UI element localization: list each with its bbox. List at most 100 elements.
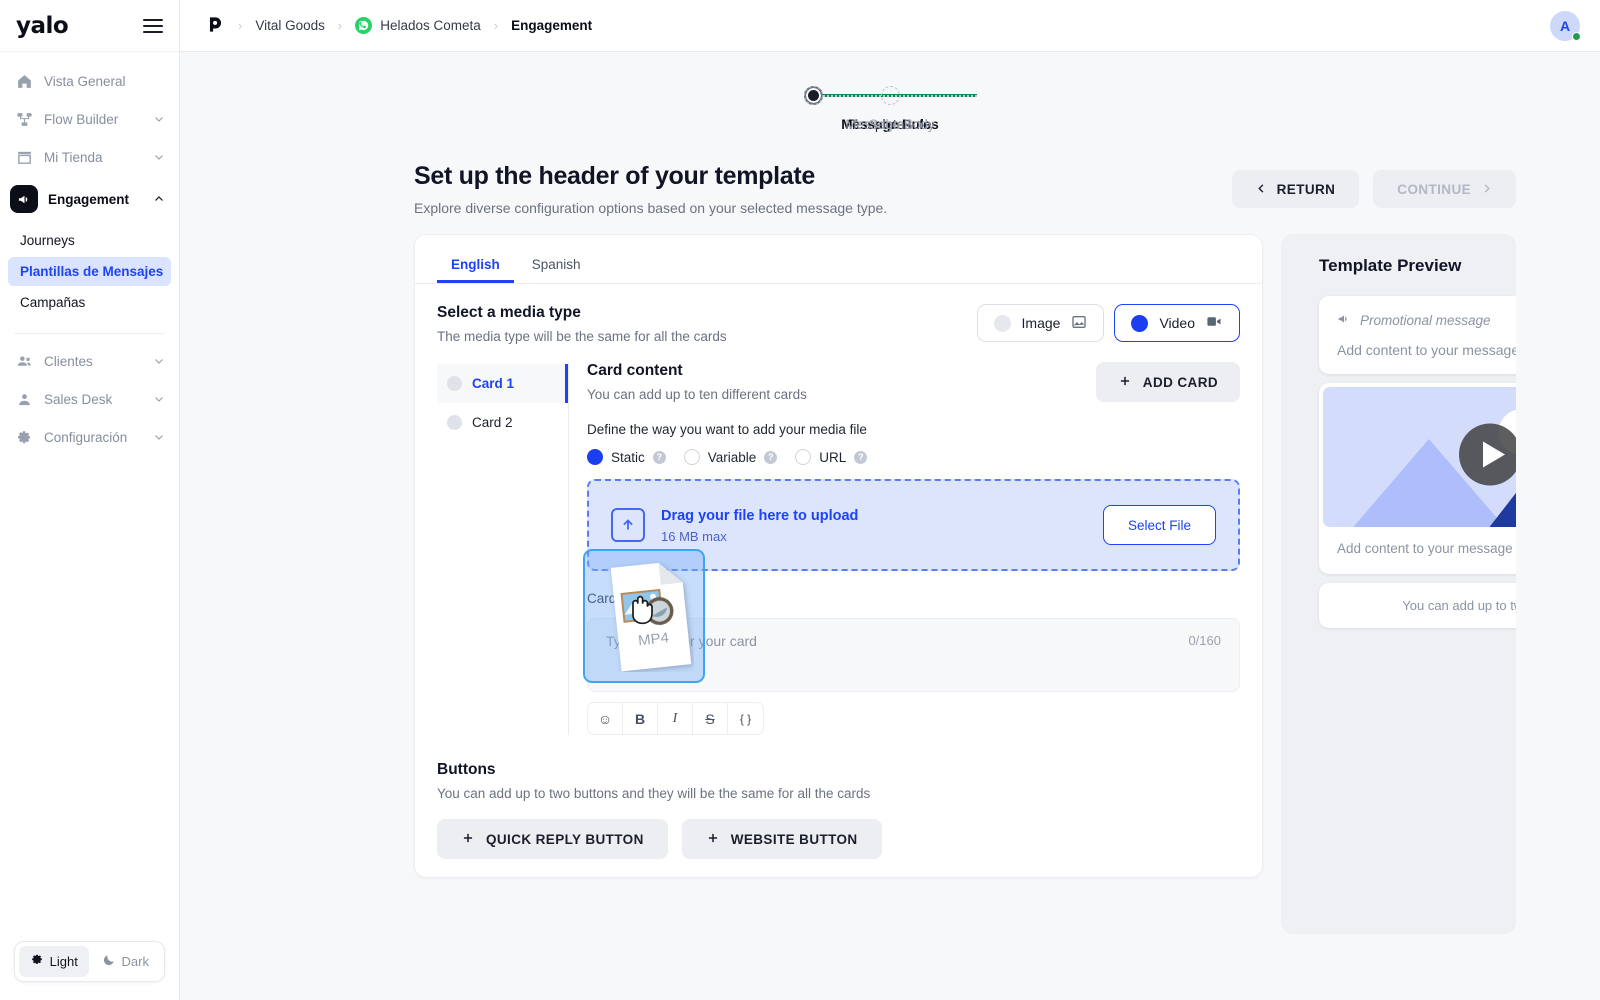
- media-source-label: Define the way you want to add your medi…: [587, 422, 867, 437]
- radio-unselected: [993, 314, 1011, 332]
- sidebar: yalo Vista General Flow Builder Mi Tiend…: [0, 0, 180, 1000]
- help-icon[interactable]: ?: [652, 450, 666, 464]
- play-button-icon[interactable]: [1458, 423, 1516, 492]
- chevron-right-icon: [1481, 182, 1492, 197]
- return-button[interactable]: RETURN: [1231, 170, 1360, 208]
- chevron-down-icon: [153, 393, 165, 405]
- sidebar-item-journeys[interactable]: Journeys: [8, 226, 171, 255]
- theme-dark-button[interactable]: Dark: [91, 946, 161, 977]
- image-icon: [1071, 314, 1087, 333]
- help-icon[interactable]: ?: [854, 450, 868, 464]
- tab-english[interactable]: English: [437, 249, 514, 283]
- template-preview-panel: Template Preview Promotional message Add…: [1281, 234, 1516, 934]
- breadcrumb-workspace[interactable]: [206, 15, 225, 37]
- card-label: Card 2: [472, 415, 513, 430]
- sidebar-item-label: Mi Tienda: [44, 149, 103, 165]
- strikethrough-icon[interactable]: S: [693, 703, 728, 734]
- sidebar-divider: [14, 333, 165, 334]
- quick-reply-button[interactable]: QUICK REPLY BUTTON: [437, 819, 668, 859]
- card-content-subtitle: You can add up to ten different cards: [587, 387, 807, 402]
- home-icon: [14, 71, 34, 91]
- preview-media-card: Add content to your message template: [1319, 383, 1516, 574]
- emoji-icon[interactable]: ☺: [588, 703, 623, 734]
- sidebar-item-engagement[interactable]: Engagement: [0, 176, 179, 222]
- radio-unselected: [683, 449, 700, 465]
- chevron-down-icon: [153, 431, 165, 443]
- help-icon[interactable]: ?: [764, 450, 778, 464]
- sidebar-item-sales-desk[interactable]: Sales Desk: [0, 380, 179, 418]
- file-dropzone[interactable]: Drag your file here to upload 16 MB max …: [587, 479, 1240, 571]
- preview-promo-label: Promotional message: [1360, 313, 1491, 328]
- format-toolbar: ☺ B I S { }: [587, 702, 764, 735]
- engagement-submenu: Journeys Plantillas de Mensajes Campañas: [0, 222, 179, 325]
- media-type-title: Select a media type: [437, 304, 581, 321]
- italic-icon[interactable]: I: [658, 703, 693, 734]
- select-file-button[interactable]: Select File: [1102, 505, 1216, 545]
- card-list: Card 1 Card 2: [437, 362, 569, 735]
- plus-icon: [461, 831, 475, 848]
- sidebar-item-vista-general[interactable]: Vista General: [0, 62, 179, 100]
- theme-light-button[interactable]: Light: [19, 946, 89, 977]
- media-type-section: Select a media type The media type will …: [415, 284, 1262, 344]
- add-card-button[interactable]: ADD CARD: [1095, 362, 1240, 402]
- avatar[interactable]: A: [1550, 10, 1581, 41]
- step-connector: [822, 94, 977, 97]
- sidebar-item-campanas[interactable]: Campañas: [8, 288, 171, 317]
- media-type-image-option[interactable]: Image: [976, 304, 1105, 342]
- card-text-input[interactable]: Type a text for your card 0/160: [587, 618, 1240, 692]
- upload-icon: [611, 508, 645, 542]
- sidebar-item-label: Clientes: [44, 353, 93, 369]
- chevron-down-icon: [153, 113, 165, 125]
- video-camera-icon: [1206, 313, 1223, 333]
- media-source-url[interactable]: URL ?: [795, 449, 868, 465]
- theme-toggle[interactable]: Light Dark: [14, 941, 165, 982]
- preview-card-caption: Add content to your message template: [1337, 541, 1516, 556]
- sidebar-item-label: Sales Desk: [44, 391, 113, 407]
- app-root: yalo Vista General Flow Builder Mi Tiend…: [0, 0, 1600, 1000]
- breadcrumb-helados-cometa[interactable]: Helados Cometa: [355, 17, 481, 34]
- sidebar-item-configuracion[interactable]: Configuración: [0, 418, 179, 456]
- step-label: Submit: [868, 117, 912, 132]
- card-list-item-2[interactable]: Card 2: [437, 403, 568, 442]
- hamburger-icon[interactable]: [143, 18, 163, 33]
- page-content: Template Info Message Rules Message Body…: [180, 52, 1600, 1000]
- sidebar-item-mi-tienda[interactable]: Mi Tienda: [0, 138, 179, 176]
- website-label: WEBSITE BUTTON: [730, 831, 858, 847]
- tab-spanish[interactable]: Spanish: [518, 249, 595, 283]
- card-text-label: Card text: [587, 591, 642, 606]
- media-source-radios: Static ? Variable ? URL ?: [587, 449, 1240, 465]
- media-source-variable[interactable]: Variable ?: [683, 449, 778, 465]
- radio-selected: [587, 449, 603, 465]
- main-area: › Vital Goods › Helados Cometa › Engagem…: [180, 0, 1600, 1000]
- breadcrumb-label: Helados Cometa: [380, 18, 481, 33]
- card-list-item-1[interactable]: Card 1: [437, 364, 568, 403]
- sidebar-item-flow-builder[interactable]: Flow Builder: [0, 100, 179, 138]
- card-label: Card 1: [472, 376, 515, 391]
- breadcrumb-vital-goods[interactable]: Vital Goods: [255, 18, 325, 33]
- card-content-title: Card content: [587, 362, 683, 379]
- preview-promo-row: Promotional message: [1337, 312, 1516, 329]
- language-tabs: English Spanish: [415, 235, 1262, 284]
- variable-icon[interactable]: { }: [728, 703, 763, 734]
- chevron-left-icon: [1256, 182, 1267, 197]
- breadcrumb-engagement: Engagement: [511, 18, 593, 33]
- continue-label: CONTINUE: [1397, 181, 1471, 197]
- sidebar-item-label: Vista General: [44, 73, 126, 89]
- radio-selected: [1131, 314, 1149, 332]
- media-type-video-option[interactable]: Video: [1114, 304, 1240, 342]
- gear-icon: [14, 427, 34, 447]
- dropzone-main-text: Drag your file here to upload: [661, 507, 859, 524]
- moon-icon: [102, 953, 116, 970]
- whatsapp-icon: [355, 17, 373, 34]
- sidebar-item-plantillas-de-mensajes[interactable]: Plantillas de Mensajes: [8, 257, 171, 286]
- sidebar-item-label: Flow Builder: [44, 111, 119, 127]
- sidebar-item-clientes[interactable]: Clientes: [0, 342, 179, 380]
- continue-button[interactable]: CONTINUE: [1373, 170, 1516, 208]
- website-button[interactable]: WEBSITE BUTTON: [681, 819, 882, 859]
- bold-icon[interactable]: B: [623, 703, 658, 734]
- breadcrumb-separator: ›: [238, 18, 243, 33]
- preview-body-placeholder: Add content to your message template: [1337, 342, 1516, 358]
- media-source-static[interactable]: Static ?: [587, 449, 666, 465]
- chevron-up-icon: [153, 193, 165, 205]
- topbar: › Vital Goods › Helados Cometa › Engagem…: [180, 0, 1600, 52]
